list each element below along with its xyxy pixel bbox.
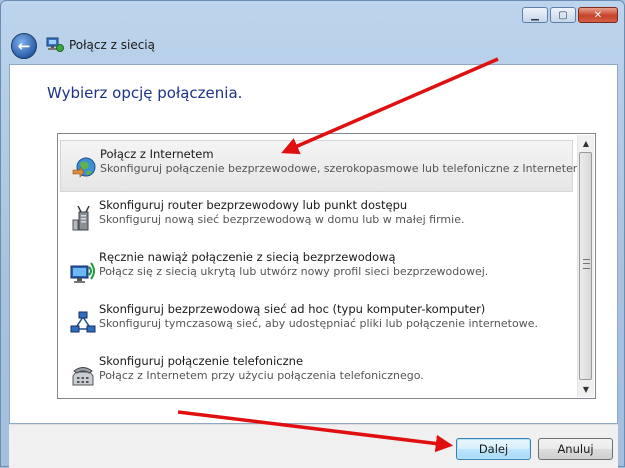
option-description: Skonfiguruj tymczasową sieć, aby udostęp… bbox=[99, 317, 538, 330]
maximize-icon: ▢ bbox=[558, 9, 568, 21]
scroll-thumb[interactable] bbox=[579, 152, 592, 380]
telephone-icon bbox=[72, 367, 94, 386]
option-description: Połącz się z siecią ukrytą lub utwórz no… bbox=[99, 265, 489, 278]
scroll-down-icon: ▼ bbox=[582, 384, 590, 394]
option-description: Skonfiguruj połączenie bezprzewodowe, sz… bbox=[100, 162, 587, 175]
button-bar: Dalej Anuluj bbox=[9, 424, 618, 468]
wireless-monitor-icon bbox=[70, 262, 95, 283]
connect-to-network-window: ▁ ▢ ✕ ← Połącz z siecią Wybierz opcję po… bbox=[0, 0, 625, 468]
cancel-button[interactable]: Anuluj bbox=[538, 438, 613, 460]
close-icon: ✕ bbox=[593, 9, 603, 21]
option-title: Ręcznie nawiąż połączenie z siecią bezpr… bbox=[99, 250, 396, 264]
scroll-up-button[interactable]: ▲ bbox=[578, 135, 594, 151]
maximize-button[interactable]: ▢ bbox=[550, 7, 576, 23]
option-description: Połącz z Internetem przy użyciu połączen… bbox=[99, 369, 424, 382]
option-title: Połącz z Internetem bbox=[100, 147, 214, 161]
page-heading: Wybierz opcję połączenia. bbox=[47, 84, 243, 102]
content-panel: Wybierz opcję połączenia. Połącz z Inter… bbox=[9, 64, 618, 424]
option-connect-internet[interactable]: Połącz z Internetem Skonfiguruj połączen… bbox=[60, 140, 587, 192]
list-scrollbar[interactable]: ▲ ▼ bbox=[577, 135, 594, 397]
window-title: Połącz z siecią bbox=[69, 38, 155, 52]
option-configure-router[interactable]: Skonfiguruj router bezprzewodowy lub pun… bbox=[60, 192, 573, 244]
option-manual-wireless[interactable]: Ręcznie nawiąż połączenie z siecią bezpr… bbox=[60, 244, 573, 296]
option-description: Skonfiguruj nową sieć bezprzewodową w do… bbox=[99, 213, 465, 226]
minimize-button[interactable]: ▁ bbox=[522, 7, 548, 23]
minimize-icon: ▁ bbox=[531, 9, 539, 21]
option-dialup[interactable]: Skonfiguruj połączenie telefoniczne Połą… bbox=[60, 348, 573, 400]
back-arrow-icon: ← bbox=[17, 37, 31, 55]
back-button[interactable]: ← bbox=[11, 33, 37, 59]
network-icon bbox=[46, 37, 64, 52]
option-title: Skonfiguruj połączenie telefoniczne bbox=[99, 354, 304, 368]
grip-icon bbox=[583, 259, 590, 269]
option-title: Skonfiguruj router bezprzewodowy lub pun… bbox=[99, 198, 408, 212]
close-button[interactable]: ✕ bbox=[578, 7, 618, 23]
scroll-up-icon: ▲ bbox=[582, 138, 590, 148]
adhoc-network-icon bbox=[70, 311, 96, 333]
router-icon bbox=[72, 206, 90, 231]
next-button[interactable]: Dalej bbox=[456, 438, 531, 460]
globe-icon bbox=[72, 157, 96, 178]
option-title: Skonfiguruj bezprzewodową sieć ad hoc (t… bbox=[99, 302, 486, 316]
option-adhoc-network[interactable]: Skonfiguruj bezprzewodową sieć ad hoc (t… bbox=[60, 296, 573, 348]
connection-options-list[interactable]: Połącz z Internetem Skonfiguruj połączen… bbox=[57, 133, 596, 399]
scroll-down-button[interactable]: ▼ bbox=[578, 381, 594, 397]
caption-buttons: ▁ ▢ ✕ bbox=[522, 7, 618, 23]
